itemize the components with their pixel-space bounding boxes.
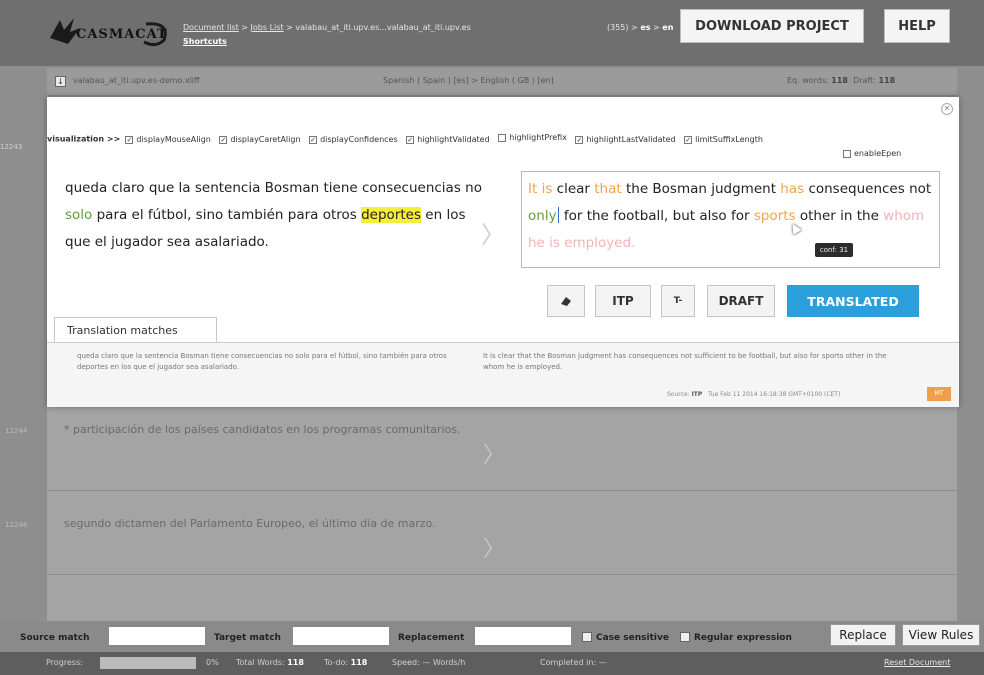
segment-count: (355) > es > en [607,23,674,32]
download-file-icon[interactable]: ↓ [55,76,66,87]
target-editor[interactable]: It is clear that the Bosman judgment has… [521,171,940,268]
target-match-label: Target match [214,633,281,643]
checkbox-checked-icon[interactable]: ✓ [309,135,318,144]
checkbox-checked-icon[interactable]: ✓ [575,135,584,144]
translation-matches-panel: queda claro que la sentencia Bosman tien… [47,343,959,407]
speed: Speed: — Words/h [392,658,466,667]
match-source: queda claro que la sentencia Bosman tien… [77,352,447,371]
draft-button[interactable]: DRAFT [707,285,775,317]
completed-in: Completed in: — [540,658,607,667]
match-target[interactable]: It is clear that the Bosman judgment has… [483,351,903,373]
option-enable-epen[interactable]: enableEpen [843,149,901,158]
todo-words: To-do: 118 [324,658,368,667]
reset-document-link[interactable]: Reset Document [884,658,950,667]
option-display-mouse-align[interactable]: ✓ displayMouseAlign [125,135,211,144]
visualization-options: visualization >> ✓ displayMouseAlign ✓ dis… [47,133,947,144]
option-highlight-prefix[interactable]: highlightPrefix [498,133,567,142]
target-match-input[interactable] [292,626,390,646]
option-highlight-last-validated[interactable]: ✓ highlightLastValidated [575,135,676,144]
progress-label: Progress: [46,658,83,667]
segment-id: 12246 [5,521,28,529]
checkbox-checked-icon[interactable]: ✓ [219,135,228,144]
segment-id: 12243 [0,143,23,151]
case-sensitive-checkbox[interactable] [582,632,592,642]
segment-source: * participación de los países candidatos… [64,423,461,436]
itp-button[interactable]: ITP [595,285,651,317]
shortcuts-link[interactable]: Shortcuts [183,37,227,46]
word-stats: Eq. words: 118 Draft: 118 [787,76,896,85]
option-display-caret-align[interactable]: ✓ displayCaretAlign [219,135,301,144]
document-strip: ↓ valabau_at_iti.upv.es-demo.xliff Spani… [47,68,957,96]
replacement-label: Replacement [398,633,465,643]
eraser-icon [561,297,571,306]
chevron-right-icon: 〉 [483,537,506,562]
replacement-input[interactable] [474,626,572,646]
download-project-button[interactable]: DOWNLOAD PROJECT [680,9,864,43]
option-limit-suffix-length[interactable]: ✓ limitSuffixLength [684,135,763,144]
chevron-right-icon: 〉 [481,221,505,249]
segment-source: segundo dictamen del Parlamento Europeo,… [64,517,436,530]
status-bar: Progress: 0% Total Words: 118 To-do: 118… [0,652,984,675]
find-replace-bar: Source match Target match Replacement Ca… [0,622,984,652]
checkbox-unchecked-icon[interactable] [498,133,507,142]
visualization-label: visualization >> [47,134,121,144]
top-header: CASMACAT Document list > Jobs List > val… [0,0,984,66]
match-percent-badge: MT [927,387,951,401]
text-caret [557,207,559,223]
segment-row[interactable]: 12244 * participación de los países cand… [5,407,957,491]
view-rules-button[interactable]: View Rules [902,624,980,646]
segment-id: 12244 [5,427,28,435]
regular-expression-checkbox[interactable] [680,632,690,642]
file-name: valabau_at_iti.upv.es-demo.xliff [73,76,200,85]
translated-button[interactable]: TRANSLATED [787,285,919,317]
checkbox-checked-icon[interactable]: ✓ [125,135,134,144]
source-match-label: Source match [20,633,90,643]
replace-button[interactable]: Replace [830,624,896,646]
progress-percent: 0% [206,658,219,667]
progress-bar [100,657,196,669]
breadcrumb-document-list[interactable]: Document list [183,23,239,32]
help-button[interactable]: HELP [884,9,950,43]
logo-text: CASMACAT [76,27,168,42]
total-words: Total Words: 118 [236,658,304,667]
option-display-confidences[interactable]: ✓ displayConfidences [309,135,398,144]
confidence-tooltip: conf: 31 [815,243,853,257]
tab-translation-matches[interactable]: Translation matches [54,317,217,343]
breadcrumb: Document list > Jobs List > valabau_at_i… [183,23,471,32]
language-pair: Spanish ( Spain ) [es] > English ( GB ) … [383,76,554,85]
source-match-input[interactable] [108,626,206,646]
source-segment-text: queda claro que la sentencia Bosman tien… [65,180,482,250]
checkbox-checked-icon[interactable]: ✓ [684,135,693,144]
regular-expression-label: Regular expression [694,633,792,643]
close-icon[interactable]: ✕ [941,103,953,115]
breadcrumb-jobs-list[interactable]: Jobs List [251,23,284,32]
breadcrumb-job: valabau_at_iti.upv.es...valabau_at_iti.u… [295,23,471,32]
checkbox-unchecked-icon[interactable] [843,149,851,158]
segment-row[interactable] [47,575,957,622]
option-highlight-validated[interactable]: ✓ highlightValidated [406,135,490,144]
casmacat-logo[interactable]: CASMACAT [46,14,171,54]
case-sensitive-label: Case sensitive [596,633,669,643]
aligned-word-highlight: deportes [361,207,421,223]
chevron-right-icon: 〉 [483,443,506,468]
text-format-button[interactable]: T- [661,285,695,317]
clear-target-button[interactable] [547,285,585,317]
checkbox-checked-icon[interactable]: ✓ [406,135,415,144]
match-meta: Source: ITP Tue Feb 11 2014 16:18:38 GMT… [667,391,841,398]
segment-row[interactable]: 12246 segundo dictamen del Parlamento Eu… [5,491,957,575]
active-segment-editor: 12243 ✕ visualization >> ✓ displayMouseAl… [0,97,959,407]
